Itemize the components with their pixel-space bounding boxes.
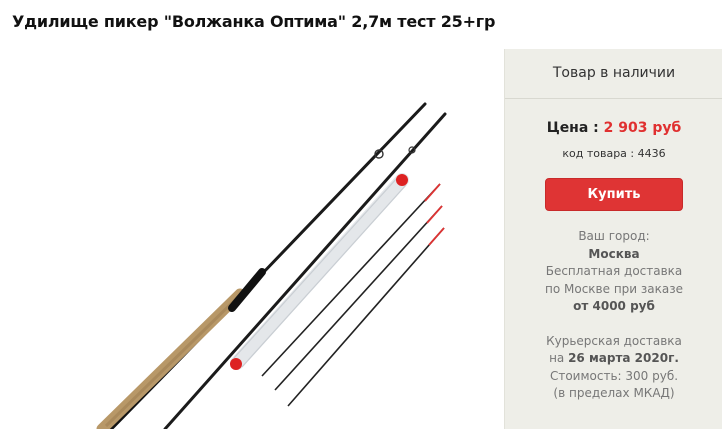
- courier-date-value: 26 марта 2020г.: [568, 351, 679, 365]
- free-delivery-threshold: от 4000 руб: [505, 298, 722, 316]
- tube-cap: [230, 358, 242, 370]
- rod-second-section: [163, 112, 447, 429]
- product-image[interactable]: [0, 46, 500, 429]
- stock-status: Товар в наличии: [505, 49, 722, 99]
- city-value-text: Москва: [588, 246, 640, 261]
- product-title: Удилище пикер "Волжанка Оптима" 2,7м тес…: [12, 12, 496, 31]
- tip-tube-edge: [241, 184, 407, 368]
- tip-tube-edge: [233, 176, 399, 359]
- city-value[interactable]: Москва: [505, 246, 722, 264]
- courier-delivery-line: Курьерская доставка: [546, 333, 682, 348]
- purchase-panel: Товар в наличии Цена : 2 903 руб код тов…: [504, 49, 722, 429]
- buy-button[interactable]: Купить: [545, 178, 683, 211]
- quiver-tip-color: [428, 227, 445, 246]
- price-value: 2 903 руб: [603, 120, 682, 136]
- quiver-tip-color: [424, 183, 441, 202]
- product-code: код товара : 4436: [562, 147, 666, 160]
- quiver-tip: [261, 183, 441, 377]
- price-label: Цена :: [546, 120, 604, 136]
- quiver-tip: [287, 227, 445, 407]
- free-delivery-line: по Москве при заказе: [545, 281, 683, 296]
- price-row: Цена : 2 903 руб: [505, 120, 722, 136]
- courier-area: (в пределах МКАД): [553, 386, 675, 400]
- quiver-tip-color: [426, 205, 443, 224]
- courier-date-prefix: на: [549, 351, 569, 365]
- courier-date: на 26 марта 2020г.: [505, 350, 722, 368]
- courier-cost: Стоимость: 300 руб.: [549, 368, 679, 383]
- free-delivery-line: Бесплатная доставка: [545, 264, 683, 278]
- city-label: Ваш город:: [578, 229, 650, 243]
- product-page: Удилище пикер "Волжанка Оптима" 2,7м тес…: [0, 0, 722, 429]
- cork-handle-shade: [104, 295, 240, 428]
- delivery-info: Ваш город: Москва Бесплатная доставка по…: [505, 228, 722, 403]
- free-delivery-threshold-text: от 4000 руб: [573, 299, 655, 313]
- tube-cap: [396, 174, 408, 186]
